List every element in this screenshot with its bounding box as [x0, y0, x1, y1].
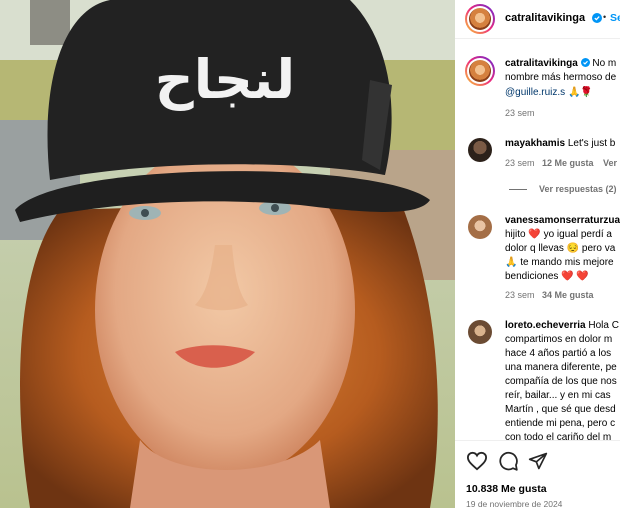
- comment-1-likes[interactable]: 12 Me gusta: [542, 158, 594, 168]
- comment-1-time: 23 sem: [505, 158, 535, 168]
- comment-2-line-2: dolor q llevas 😔 pero va: [505, 243, 616, 254]
- cap-logo: لنجاح: [154, 48, 296, 111]
- comment-3-line-6: Martín , que sé que desd: [505, 404, 616, 415]
- caption-username[interactable]: catralitavikinga: [505, 58, 578, 69]
- verified-icon: [592, 13, 602, 23]
- view-replies-button[interactable]: Ver respuestas (2): [539, 184, 617, 194]
- comment-avatar-vanessa[interactable]: [468, 215, 492, 239]
- comment-3-line-4: compañía de los que nos: [505, 376, 617, 387]
- comment-3-first-line: loreto.echeverria Hola C: [505, 319, 619, 334]
- caption-time: 23 sem: [505, 108, 535, 118]
- heart-icon[interactable]: [466, 451, 488, 471]
- caption-avatar[interactable]: [465, 56, 495, 86]
- caption-line-3: @guille.ruiz.s 🙏🌹: [505, 86, 593, 101]
- comment-1-text: mayakhamis Let's just b: [505, 137, 615, 152]
- comment-3-line-2: hace 4 años partió a los: [505, 348, 612, 359]
- comment-2-time: 23 sem: [505, 290, 535, 300]
- comment-2-user[interactable]: vanessamonserraturzua: [505, 214, 620, 229]
- comment-2-line-4: bendiciones ❤️ ❤️: [505, 271, 589, 282]
- comment-3-user[interactable]: loreto.echeverria: [505, 320, 586, 331]
- follow-button[interactable]: Seg: [610, 12, 620, 24]
- post-date: 19 de noviembre de 2024: [466, 499, 563, 508]
- comment-2-line-3: 🙏 te mando mis mejore: [505, 257, 614, 268]
- comment-1-body: Let's just b: [567, 138, 616, 149]
- separator-dot: •: [603, 12, 607, 22]
- comment-1-reply[interactable]: Ver r: [603, 158, 620, 168]
- caption-line-1: catralitavikinga No m: [505, 57, 616, 72]
- caption-verified-icon: [580, 58, 590, 67]
- replies-divider: [509, 189, 527, 190]
- caption-emojis: 🙏🌹: [567, 87, 593, 98]
- comment-3-line-3: una manera diferente, pe: [505, 362, 617, 373]
- comment-3-line-5: reír, bailar... y en mi cas: [505, 390, 611, 401]
- comment-3-line-7: entiende mi pena, pero c: [505, 418, 616, 429]
- comment-3-first: Hola C: [588, 320, 619, 331]
- likes-count[interactable]: 10.838 Me gusta: [466, 483, 547, 495]
- post-photo[interactable]: لنجاح: [0, 0, 455, 508]
- comment-avatar-loreto[interactable]: [468, 320, 492, 344]
- post-side-panel: catralitavikinga • Seg catralitavikinga …: [455, 0, 620, 508]
- post-header: catralitavikinga • Seg: [455, 0, 620, 39]
- comment-3-line-1: compartimos en dolor m: [505, 334, 613, 345]
- author-username[interactable]: catralitavikinga: [505, 12, 585, 24]
- post-actions-bar: 10.838 Me gusta 19 de noviembre de 2024: [455, 440, 620, 508]
- caption-line-2: nombre más hermoso de: [505, 72, 617, 83]
- share-icon[interactable]: [528, 451, 548, 471]
- comment-2-likes[interactable]: 34 Me gusta: [542, 290, 594, 300]
- comment-1-user[interactable]: mayakhamis: [505, 138, 565, 149]
- caption-text-start: No m: [592, 58, 617, 69]
- comment-icon[interactable]: [498, 451, 519, 472]
- comment-avatar-mayakhamis[interactable]: [468, 138, 492, 162]
- comment-2-line-1: hijito ❤️ yo igual perdí a: [505, 229, 612, 240]
- author-avatar[interactable]: [465, 4, 495, 34]
- caption-mention[interactable]: @guille.ruiz.s: [505, 87, 565, 98]
